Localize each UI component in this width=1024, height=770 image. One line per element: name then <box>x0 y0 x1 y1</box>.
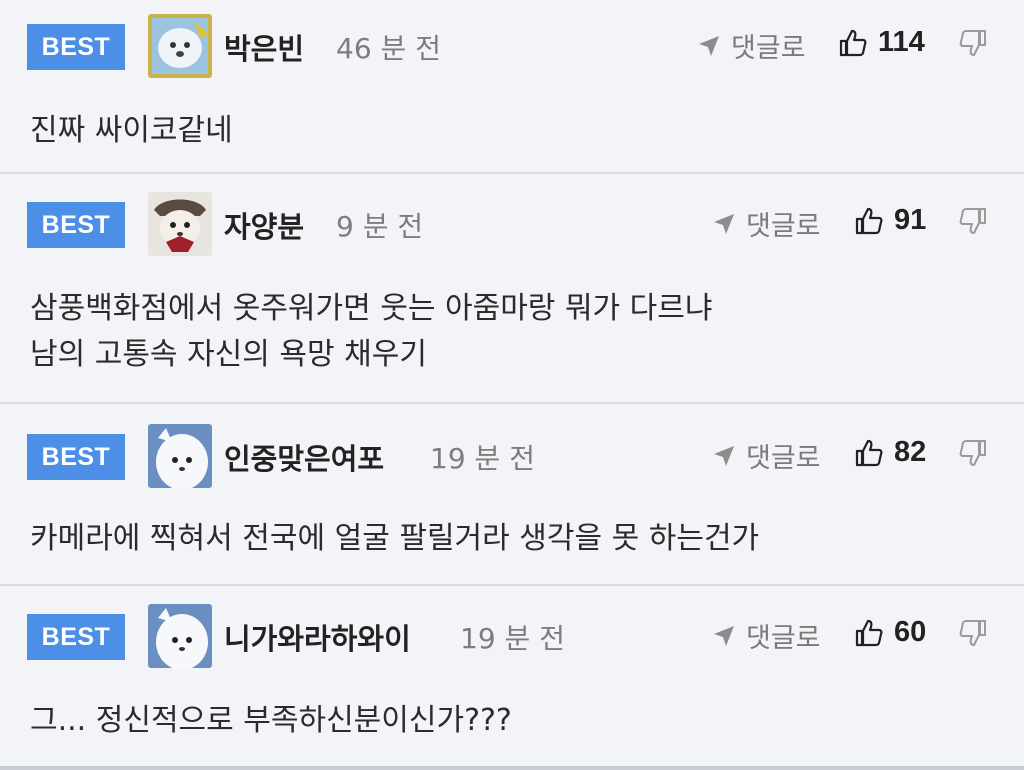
like-button[interactable]: 82 <box>854 436 926 469</box>
comment-time: 9 분 전 <box>336 210 424 243</box>
avatar[interactable] <box>148 604 212 668</box>
thumbs-down-icon <box>959 620 986 646</box>
like-button[interactable]: 60 <box>854 616 926 649</box>
avatar[interactable] <box>148 424 212 488</box>
reply-button[interactable]: 댓글로 <box>712 616 821 655</box>
reply-button[interactable]: 댓글로 <box>712 204 821 243</box>
best-badge: BEST <box>27 202 125 248</box>
dislike-button[interactable] <box>958 438 988 472</box>
author-nickname[interactable]: 자양분 <box>224 204 304 246</box>
comment-item: BEST 인중맞은여포 19 분 전 댓글로 82 카메라에 찍혀서 전국에 얼… <box>0 404 1024 586</box>
like-count: 91 <box>894 204 927 236</box>
thumbs-down-icon <box>959 440 986 466</box>
comment-text: 진짜 싸이코같네 <box>30 108 994 154</box>
comment-line: 남의 고통속 자신의 욕망 채우기 <box>30 337 427 372</box>
dislike-button[interactable] <box>958 28 988 62</box>
thumbs-up-icon <box>855 207 883 234</box>
comment-text: 카메라에 찍혀서 전국에 얼굴 팔릴거라 생각을 못 하는건가 <box>30 516 994 562</box>
comment-item: BEST 박은빈 46 분 전 댓글로 114 진짜 싸이코같네 <box>0 0 1024 174</box>
avatar[interactable] <box>148 192 212 256</box>
comment-line: 진짜 싸이코같네 <box>30 113 233 148</box>
comment-line: 그... 정신적으로 부족하신분이신가??? <box>30 703 512 738</box>
best-badge: BEST <box>27 434 125 480</box>
reply-label: 댓글로 <box>746 211 821 242</box>
like-count: 114 <box>878 26 925 58</box>
reply-label: 댓글로 <box>731 33 806 64</box>
reply-arrow-icon <box>714 625 734 646</box>
reply-arrow-icon <box>714 213 734 234</box>
like-button[interactable]: 91 <box>854 204 926 237</box>
comment-item: BEST 자양분 9 분 전 댓글로 91 삼풍백화점에서 옷주워가면 웃는 아… <box>0 174 1024 404</box>
thumbs-down-icon <box>959 208 986 234</box>
reply-button[interactable]: 댓글로 <box>712 436 821 475</box>
author-nickname[interactable]: 박은빈 <box>224 26 304 68</box>
best-badge: BEST <box>27 614 125 660</box>
author-nickname[interactable]: 인중맞은여포 <box>224 436 384 478</box>
comment-time: 19 분 전 <box>460 622 565 655</box>
thumbs-up-icon <box>855 619 883 646</box>
comment-text: 그... 정신적으로 부족하신분이신가??? <box>30 698 994 744</box>
reply-arrow-icon <box>714 445 734 466</box>
reply-label: 댓글로 <box>746 623 821 654</box>
dislike-button[interactable] <box>958 618 988 652</box>
reply-arrow-icon <box>699 35 719 56</box>
comment-item: BEST 니가와라하와이 19 분 전 댓글로 60 그... 정신적으로 부족… <box>0 586 1024 770</box>
thumbs-up-icon <box>839 29 867 56</box>
comment-line: 카메라에 찍혀서 전국에 얼굴 팔릴거라 생각을 못 하는건가 <box>30 521 760 556</box>
comment-text: 삼풍백화점에서 옷주워가면 웃는 아줌마랑 뭐가 다르냐 남의 고통속 자신의 … <box>30 286 994 378</box>
thumbs-down-icon <box>959 30 986 56</box>
reply-button[interactable]: 댓글로 <box>697 26 806 65</box>
like-count: 82 <box>894 436 927 468</box>
comment-time: 19 분 전 <box>430 442 535 475</box>
comment-time: 46 분 전 <box>336 32 441 65</box>
like-count: 60 <box>894 616 927 648</box>
like-button[interactable]: 114 <box>838 26 925 59</box>
author-nickname[interactable]: 니가와라하와이 <box>224 616 411 658</box>
avatar[interactable] <box>148 14 212 78</box>
reply-label: 댓글로 <box>746 443 821 474</box>
dislike-button[interactable] <box>958 206 988 240</box>
best-badge: BEST <box>27 24 125 70</box>
comment-line: 삼풍백화점에서 옷주워가면 웃는 아줌마랑 뭐가 다르냐 <box>30 291 713 326</box>
thumbs-up-icon <box>855 439 883 466</box>
